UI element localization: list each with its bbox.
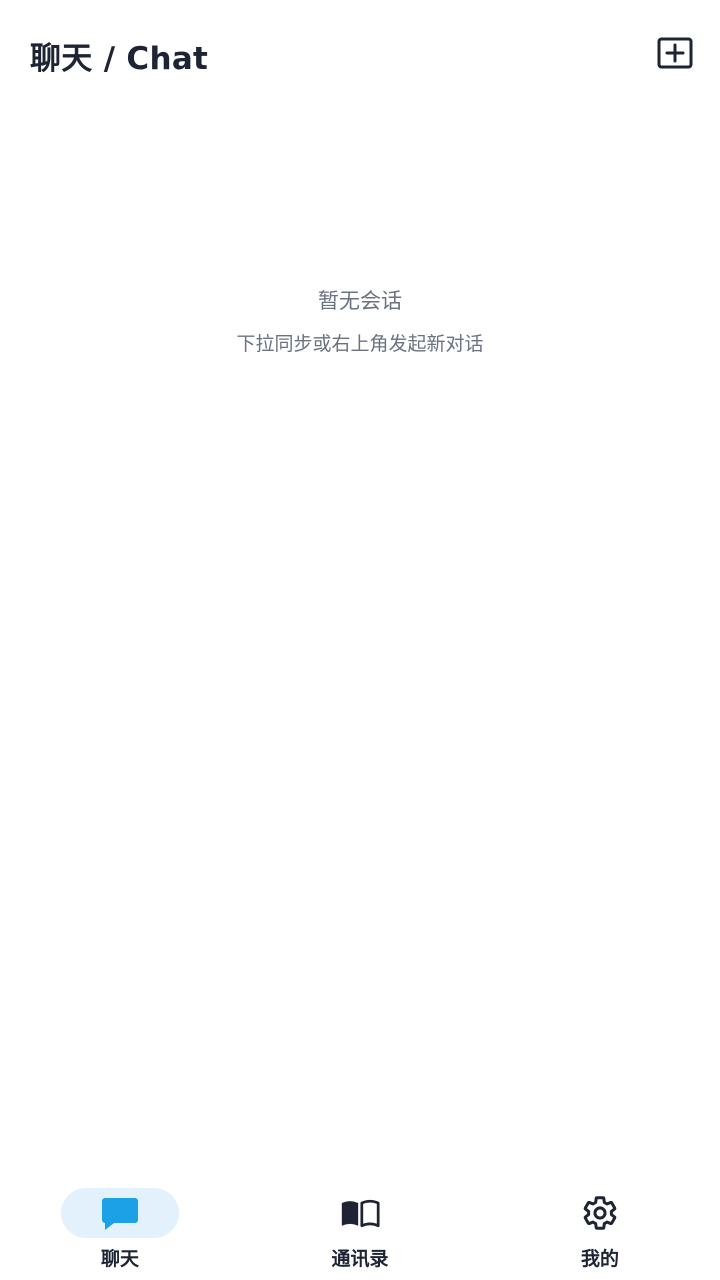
- tab-contacts[interactable]: 通讯录: [240, 1170, 480, 1280]
- tab-chat-label: 聊天: [100, 1248, 139, 1270]
- chat-bubble-icon: [100, 1195, 140, 1231]
- empty-state-hint: 下拉同步或右上角发起新对话: [236, 333, 484, 355]
- tab-me-label: 我的: [580, 1248, 619, 1270]
- tab-chat[interactable]: 聊天: [0, 1170, 240, 1280]
- gear-icon: [580, 1195, 620, 1231]
- empty-state-title: 暂无会话: [318, 289, 402, 313]
- page-title: 聊天 / Chat: [30, 41, 209, 77]
- app-root: 聊天 / Chat 暂无会话 下拉同步或右上角发起新对话 聊天 通讯录 我的: [0, 0, 720, 1280]
- bottom-tab-bar: 聊天 通讯录 我的: [0, 1170, 720, 1280]
- header: 聊天 / Chat: [0, 0, 720, 106]
- tab-me[interactable]: 我的: [480, 1170, 720, 1280]
- empty-state: 暂无会话 下拉同步或右上角发起新对话: [0, 284, 720, 358]
- new-chat-button[interactable]: [652, 34, 698, 72]
- book-icon: [340, 1195, 380, 1231]
- tab-contacts-label: 通讯录: [331, 1248, 389, 1270]
- plus-square-icon: [657, 37, 693, 69]
